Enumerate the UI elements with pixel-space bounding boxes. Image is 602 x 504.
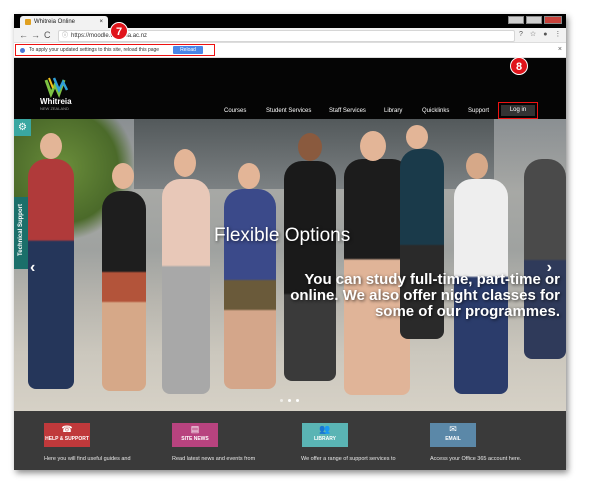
email-tile[interactable]: ✉ EMAIL — [430, 423, 476, 447]
address-bar-icons: ? ☆ ● ⋮ — [519, 29, 561, 41]
tab-title: Whitreia Online — [34, 19, 76, 25]
hero-text: You can study full-time, part-time or on… — [290, 271, 560, 320]
favicon-icon — [25, 19, 31, 25]
reload-icon[interactable]: C — [44, 29, 51, 41]
back-button[interactable]: ← — [19, 29, 28, 41]
site-news-description: Read latest news and events from — [172, 456, 256, 462]
infobar-close-icon[interactable]: × — [558, 43, 562, 57]
tile-label: EMAIL — [445, 436, 461, 442]
email-icon: ✉ — [449, 424, 457, 434]
help-support-description: Here you will find useful guides and — [44, 456, 131, 462]
nav-courses[interactable]: Courses — [224, 108, 246, 114]
maximize-button[interactable] — [526, 16, 542, 24]
reload-button[interactable]: Reload — [173, 46, 203, 54]
carousel-dot[interactable] — [280, 399, 283, 402]
student-head — [298, 133, 322, 161]
minimize-button[interactable] — [508, 16, 524, 24]
highlight-box-infobar: To apply your updated settings to this s… — [15, 44, 215, 56]
key-icon[interactable]: ? — [519, 29, 523, 41]
student-figure — [162, 179, 210, 394]
student-figure — [524, 159, 566, 359]
technical-support-tab[interactable]: Technical Support — [14, 197, 28, 269]
student-figure — [102, 191, 146, 391]
forward-button[interactable]: → — [31, 29, 40, 41]
phone-icon: ☎ — [61, 424, 73, 434]
carousel-indicators — [280, 399, 299, 402]
news-icon: ▤ — [190, 424, 200, 434]
gear-icon[interactable]: ⚙ — [14, 119, 31, 136]
site-news-tile[interactable]: ▤ SITE NEWS — [172, 423, 218, 447]
email-description: Access your Office 365 account here. — [430, 456, 522, 462]
help-support-tile[interactable]: ☎ HELP & SUPPORT — [44, 423, 90, 447]
tile-label: LIBRARY — [313, 436, 337, 442]
infobar-message: To apply your updated settings to this s… — [29, 47, 160, 53]
student-head — [174, 149, 196, 177]
student-head — [406, 125, 428, 149]
window-controls — [508, 16, 562, 24]
tab-close-icon[interactable]: × — [99, 16, 103, 28]
student-head — [360, 131, 386, 161]
student-head — [238, 163, 260, 189]
carousel-prev-icon[interactable]: ‹ — [30, 259, 35, 277]
users-icon: 👥 — [319, 424, 331, 434]
tile-label: HELP & SUPPORT — [45, 436, 89, 442]
nav-student-services[interactable]: Student Services — [266, 108, 311, 114]
student-head — [112, 163, 134, 189]
callout-7-badge: 7 — [110, 22, 128, 40]
site-header: Whitreia NEW ZEALAND Courses Student Ser… — [14, 58, 566, 119]
technical-support-label: Technical Support — [18, 204, 24, 256]
student-head — [40, 133, 62, 159]
close-window-button[interactable] — [544, 16, 562, 24]
info-icon[interactable]: ⓘ — [62, 31, 68, 41]
menu-kebab-icon[interactable]: ⋮ — [554, 29, 561, 41]
screenshot-frame: Whitreia Online × ← → C ⓘ https://moodle… — [14, 14, 566, 470]
carousel-dot-active[interactable] — [288, 399, 291, 402]
quicklinks-footer: ☎ HELP & SUPPORT ▤ SITE NEWS 👥 LIBRARY ✉… — [14, 411, 566, 470]
nav-staff-services[interactable]: Staff Services — [329, 108, 366, 114]
reload-infobar: To apply your updated settings to this s… — [14, 43, 566, 58]
nav-library[interactable]: Library — [384, 108, 402, 114]
logo-text: Whitreia — [40, 97, 72, 106]
browser-tab-bar: Whitreia Online × — [14, 14, 566, 28]
hero-title: Flexible Options — [214, 225, 351, 246]
logo-subtext: NEW ZEALAND — [40, 106, 69, 111]
address-bar-row: ← → C ⓘ https://moodle.whitreia.ac.nz ? … — [14, 28, 566, 43]
nav-support[interactable]: Support — [468, 108, 489, 114]
browser-tab[interactable]: Whitreia Online × — [20, 16, 108, 28]
extension-icon[interactable]: ● — [543, 29, 547, 41]
student-head — [466, 153, 488, 179]
nav-quicklinks[interactable]: Quicklinks — [422, 108, 449, 114]
whitreia-logo-icon[interactable] — [44, 76, 70, 98]
hero-carousel: ⚙ Technical Support ‹ › Flexible Options… — [14, 119, 566, 411]
url-text: https://moodle.whitreia.ac.nz — [71, 33, 148, 39]
library-description: We offer a range of support services to — [301, 456, 396, 462]
login-button[interactable]: Log in — [501, 105, 535, 116]
callout-8-badge: 8 — [510, 57, 528, 75]
library-tile[interactable]: 👥 LIBRARY — [302, 423, 348, 447]
carousel-dot[interactable] — [296, 399, 299, 402]
bookmark-star-icon[interactable]: ☆ — [530, 29, 536, 41]
highlight-box-login: Log in — [498, 102, 538, 119]
settings-info-icon — [20, 48, 25, 53]
tile-label: SITE NEWS — [181, 436, 209, 442]
